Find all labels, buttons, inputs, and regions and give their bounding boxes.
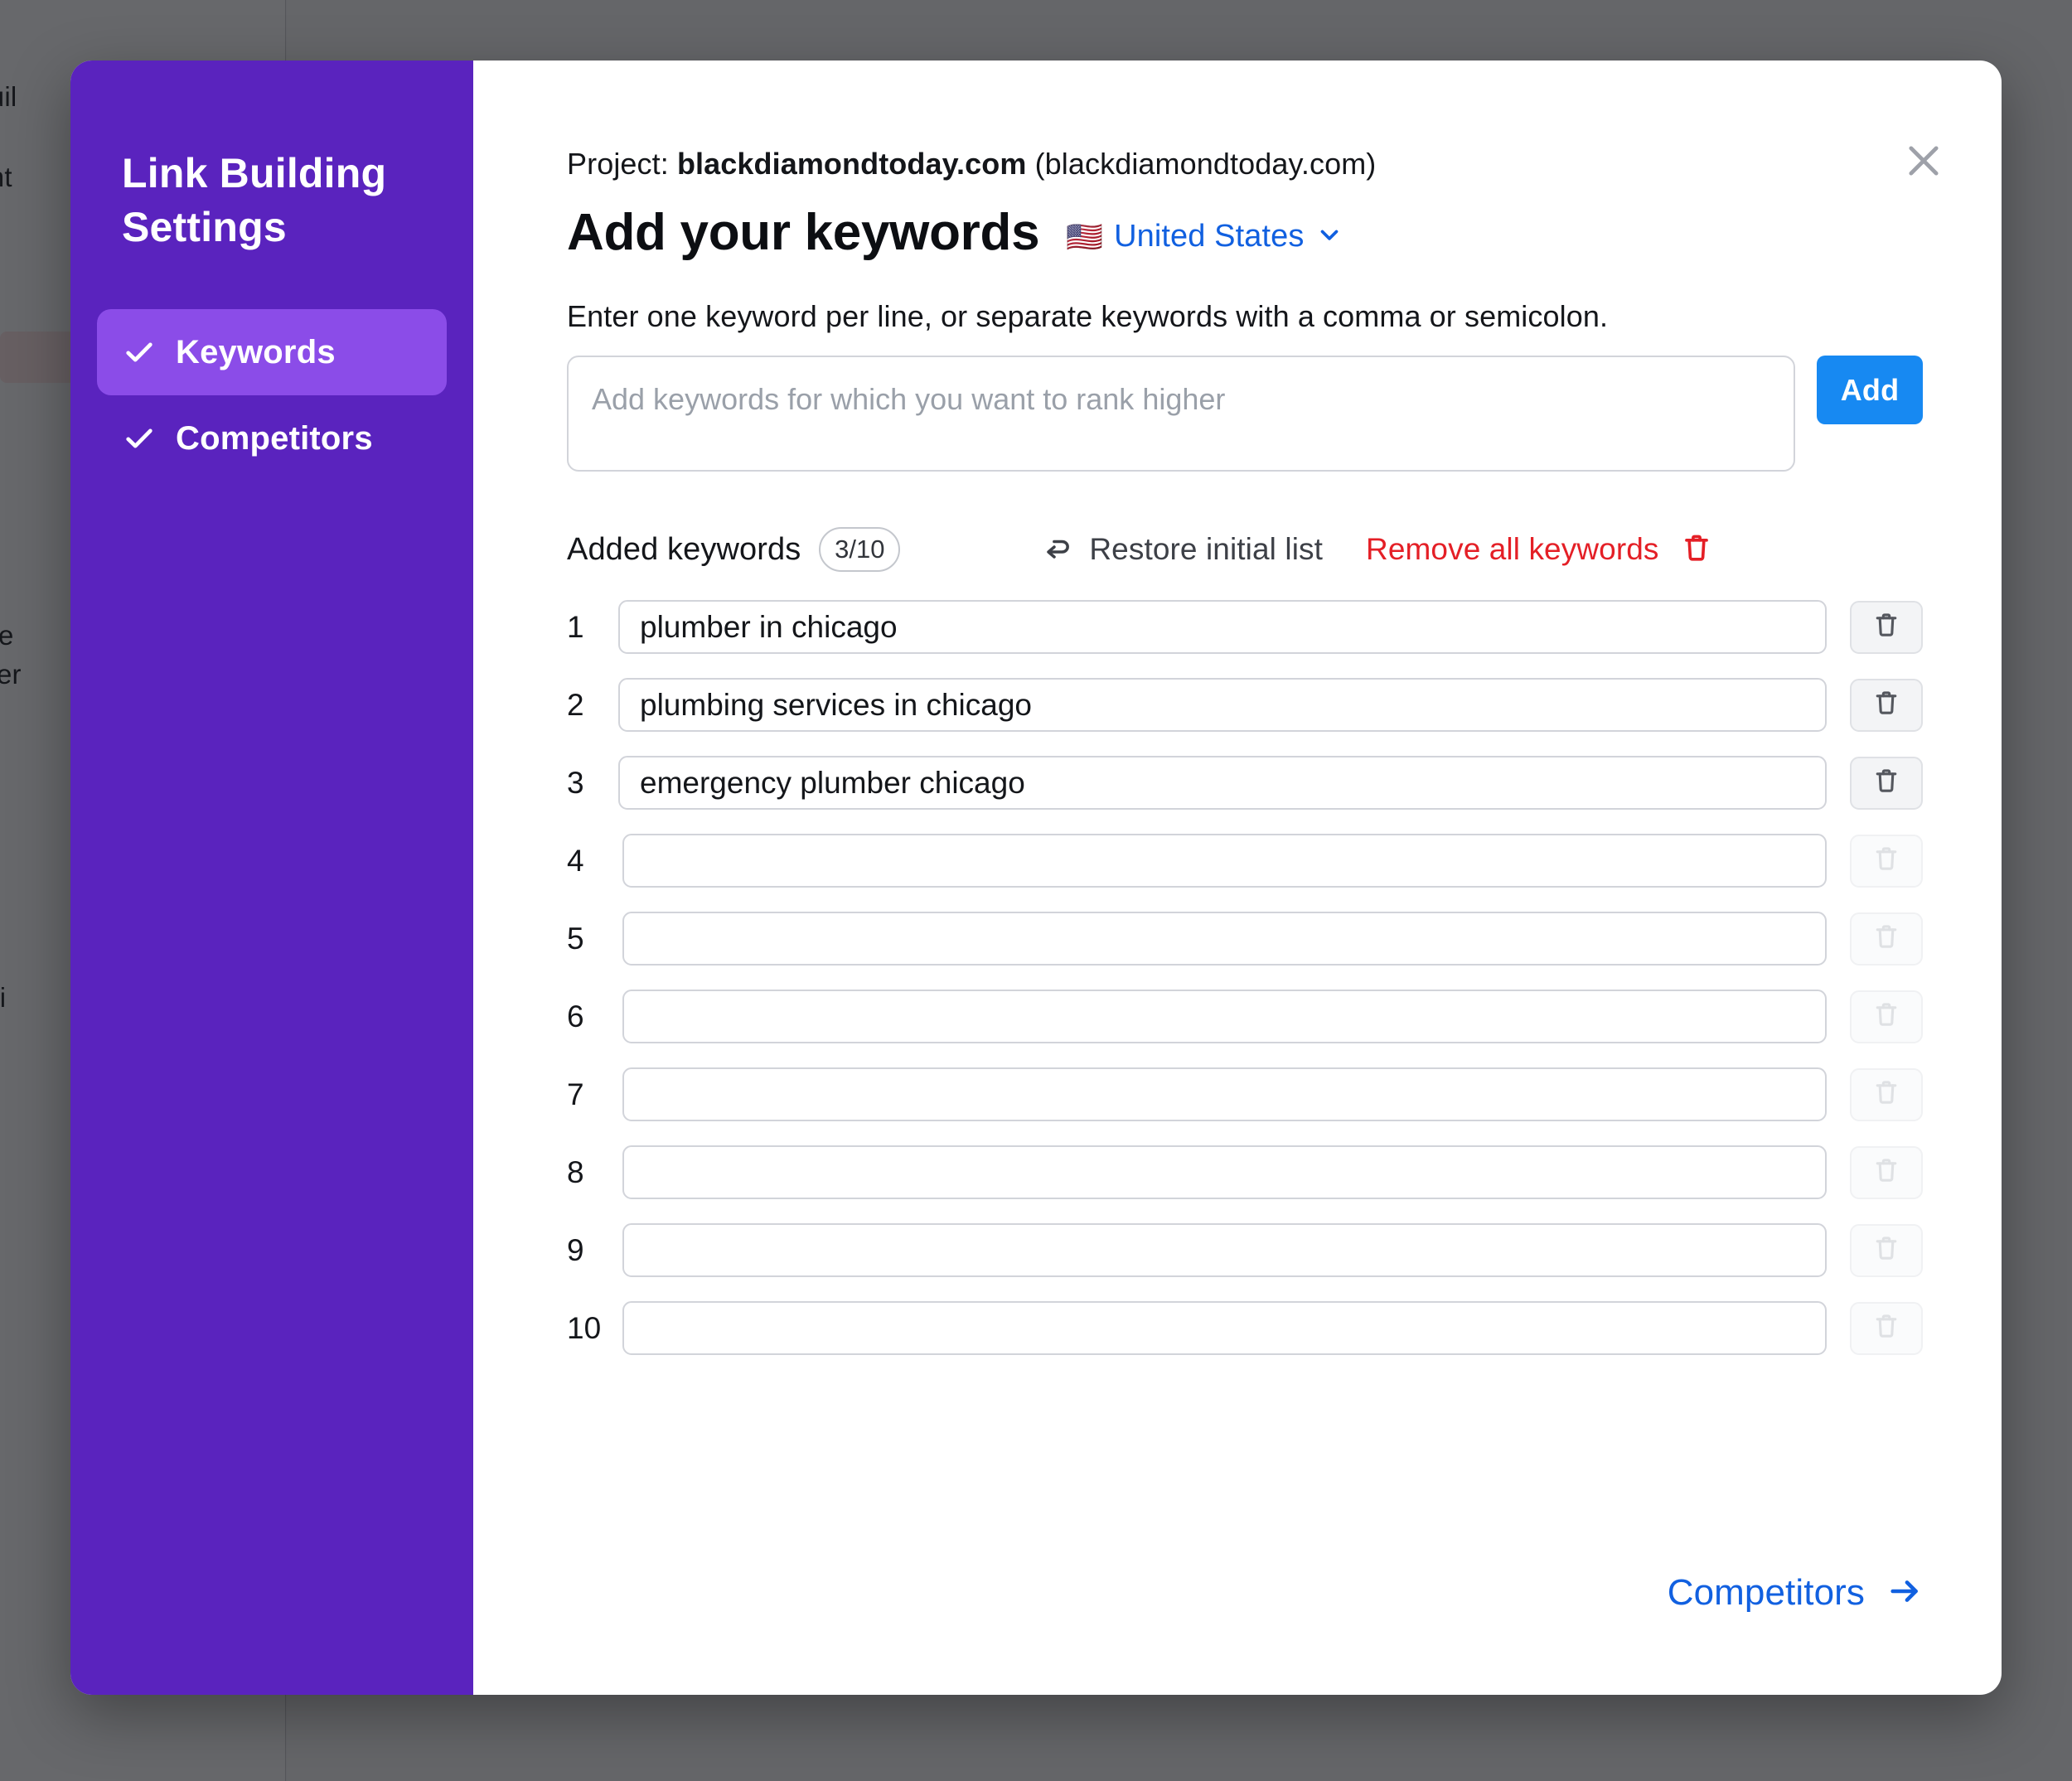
keyword-row: 1 — [567, 600, 1923, 654]
trash-icon — [1872, 689, 1900, 721]
sidebar-item-label: Competitors — [176, 419, 373, 457]
trash-icon — [1681, 532, 1712, 568]
add-button[interactable]: Add — [1817, 356, 1923, 424]
keyword-list: 1 2 3 4 5 6 7 8 9 10 — [567, 600, 1923, 1355]
keyword-field[interactable] — [622, 1067, 1827, 1121]
keyword-field[interactable] — [622, 990, 1827, 1043]
project-name: blackdiamondtoday.com — [676, 147, 1027, 181]
keyword-field[interactable] — [622, 1145, 1827, 1199]
delete-keyword-button — [1850, 1145, 1923, 1199]
keyword-row: 7 — [567, 1067, 1923, 1121]
sidebar-title: Link Building Settings — [122, 150, 387, 250]
keyword-row: 8 — [567, 1145, 1923, 1199]
country-selector[interactable]: 🇺🇸 United States — [1066, 219, 1343, 254]
keyword-row: 10 — [567, 1301, 1923, 1355]
trash-icon — [1872, 1312, 1900, 1344]
close-icon[interactable] — [1896, 133, 1951, 188]
helper-text: Enter one keyword per line, or separate … — [567, 299, 1609, 333]
keyword-index: 8 — [567, 1154, 584, 1189]
delete-keyword-button — [1850, 834, 1923, 888]
arrow-right-icon — [1886, 1573, 1923, 1614]
keyword-index: 2 — [567, 687, 584, 722]
keyword-row: 9 — [567, 1223, 1923, 1277]
modal-content: Project: blackdiamondtoday.com (blackdia… — [473, 60, 2002, 1695]
sidebar-nav: Keywords Competitors — [70, 309, 473, 482]
keyword-index: 4 — [567, 843, 584, 878]
keyword-field[interactable] — [622, 1223, 1827, 1277]
sidebar-item-label: Keywords — [176, 333, 336, 370]
delete-keyword-button — [1850, 1067, 1923, 1121]
project-domain: (blackdiamondtoday.com) — [1026, 147, 1377, 181]
sidebar-item-keywords[interactable]: Keywords — [97, 309, 447, 395]
keyword-field[interactable] — [618, 756, 1827, 810]
keyword-field[interactable] — [618, 600, 1827, 654]
trash-icon — [1872, 1156, 1900, 1188]
check-icon — [123, 336, 156, 369]
chevron-down-icon — [1315, 220, 1343, 253]
keyword-index: 5 — [567, 921, 584, 956]
delete-keyword-button — [1850, 1223, 1923, 1277]
keyword-index: 6 — [567, 999, 584, 1033]
title-row: Add your keywords 🇺🇸 United States — [567, 203, 1923, 262]
delete-keyword-button[interactable] — [1850, 678, 1923, 732]
trash-icon — [1872, 1078, 1900, 1111]
keyword-count-badge: 3/10 — [819, 527, 901, 572]
keyword-row: 3 — [567, 756, 1923, 810]
trash-icon — [1872, 1234, 1900, 1266]
keyword-row: 5 — [567, 912, 1923, 966]
delete-keyword-button[interactable] — [1850, 756, 1923, 810]
trash-icon — [1872, 767, 1900, 799]
trash-icon — [1872, 1000, 1900, 1033]
keyword-input[interactable] — [567, 356, 1795, 472]
add-keyword-row: Add — [567, 356, 1923, 472]
page-title: Add your keywords — [567, 204, 1040, 261]
keyword-row: 4 — [567, 834, 1923, 888]
keyword-row: 6 — [567, 990, 1923, 1043]
flag-icon: 🇺🇸 — [1066, 219, 1104, 254]
remove-all-keywords-button[interactable]: Remove all keywords — [1366, 532, 1712, 568]
trash-icon — [1872, 845, 1900, 877]
keyword-index: 10 — [567, 1310, 602, 1345]
keyword-field[interactable] — [618, 678, 1827, 732]
trash-icon — [1872, 922, 1900, 955]
keyword-index: 3 — [567, 765, 584, 800]
keyword-index: 1 — [567, 609, 584, 644]
project-prefix: Project: — [567, 147, 677, 181]
modal-sidebar: Link Building Settings Keywords Competit… — [70, 60, 473, 1695]
keyword-index: 9 — [567, 1232, 584, 1267]
keyword-field[interactable] — [622, 834, 1827, 888]
keyword-index: 7 — [567, 1077, 584, 1111]
keyword-field[interactable] — [622, 912, 1827, 966]
project-line: Project: blackdiamondtoday.com (blackdia… — [567, 147, 1923, 181]
restore-initial-list-button[interactable]: Restore initial list — [1041, 531, 1323, 569]
competitors-next-label: Competitors — [1667, 1572, 1865, 1613]
keyword-row: 2 — [567, 678, 1923, 732]
trash-icon — [1872, 611, 1900, 643]
competitors-next-link[interactable]: Competitors — [1668, 1572, 1923, 1614]
country-label: United States — [1114, 219, 1305, 254]
undo-arrow-icon — [1041, 531, 1074, 569]
link-building-settings-modal: Link Building Settings Keywords Competit… — [70, 60, 2002, 1695]
added-keywords-label: Added keywords — [567, 531, 801, 567]
delete-keyword-button — [1850, 1301, 1923, 1355]
remove-all-keywords-label: Remove all keywords — [1366, 532, 1659, 566]
delete-keyword-button — [1850, 990, 1923, 1043]
keyword-field[interactable] — [622, 1301, 1827, 1355]
delete-keyword-button[interactable] — [1850, 600, 1923, 654]
delete-keyword-button — [1850, 912, 1923, 966]
sidebar-item-competitors[interactable]: Competitors — [97, 395, 447, 482]
restore-initial-list-label: Restore initial list — [1089, 532, 1323, 566]
check-icon — [123, 422, 156, 455]
keywords-toolbar: Added keywords 3/10 Restore initial list… — [567, 526, 1923, 573]
